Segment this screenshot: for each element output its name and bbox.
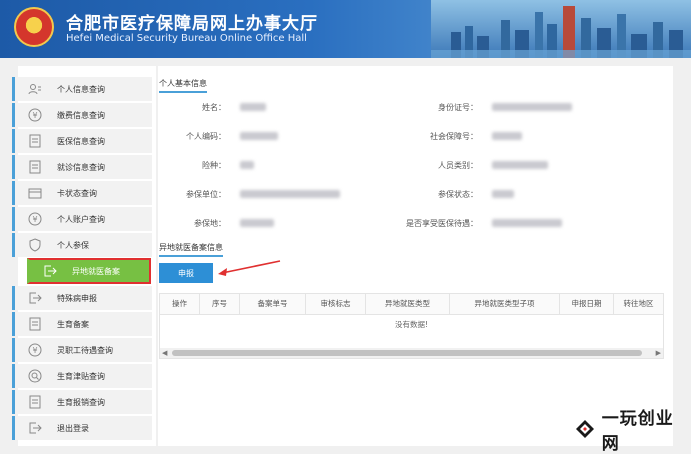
- site-subtitle: Hefei Medical Security Bureau Online Off…: [66, 33, 307, 44]
- redacted-value: [492, 161, 548, 169]
- sidebar-item-label: 个人参保: [57, 240, 89, 250]
- sidebar-item-special-disease[interactable]: 特殊病申报: [12, 286, 152, 310]
- red-arrow-annotation: [218, 260, 281, 276]
- svg-text:¥: ¥: [32, 346, 37, 355]
- redacted-value: [240, 190, 340, 198]
- sidebar-item-card-status[interactable]: 卡状态查询: [12, 181, 152, 205]
- filing-records-table: 操作 序号 备案单号 审核标志 异地就医类型 异地就医类型子项 申报日期 转往地…: [159, 293, 664, 359]
- empty-table-message: 没有数据!: [394, 320, 428, 329]
- main-panel: [158, 66, 673, 446]
- redacted-value: [492, 132, 522, 140]
- sidebar-item-label: 异地就医备案: [72, 266, 120, 276]
- yuan-coin-icon: ¥: [27, 107, 43, 123]
- sidebar-item-logout[interactable]: 退出登录: [12, 416, 152, 440]
- city-skyline-image: [431, 0, 691, 58]
- card-icon: [27, 185, 43, 201]
- field-label-insurance-status: 参保状态：: [438, 190, 478, 199]
- field-label-person-category: 人员类别：: [438, 161, 478, 170]
- table-column-header: 转往地区: [623, 299, 654, 308]
- field-label-insurance-type: 险种：: [202, 161, 226, 170]
- redacted-value: [240, 161, 254, 169]
- sidebar-item-label: 就诊信息查询: [57, 162, 105, 172]
- horizontal-scrollbar[interactable]: ◀ ▶: [160, 348, 663, 358]
- svg-text:¥: ¥: [32, 111, 37, 120]
- scrollbar-thumb[interactable]: [172, 350, 642, 356]
- watermark-text: 一玩创业网: [601, 409, 674, 454]
- sidebar-item-visit-info[interactable]: 就诊信息查询: [12, 155, 152, 179]
- site-title: 合肥市医疗保障局网上办事大厅: [66, 14, 318, 34]
- search-icon: [27, 368, 43, 384]
- sidebar-item-label: 医保信息查询: [57, 136, 105, 146]
- table-column-header: 审核标志: [306, 294, 366, 314]
- table-column-header: 异地就医类型子项: [450, 294, 560, 314]
- sidebar-item-label: 生育备案: [57, 319, 89, 329]
- sidebar-item-maternity-allowance[interactable]: 生育津贴查询: [12, 364, 152, 388]
- field-label-id-number: 身份证号：: [438, 103, 478, 112]
- user-card-icon: [27, 81, 43, 97]
- site-watermark: 一玩创业网: [572, 409, 691, 454]
- field-label-name: 姓名：: [202, 103, 226, 112]
- field-label-benefits-eligible: 是否享受医保待遇：: [406, 219, 478, 228]
- exit-arrow-icon: [27, 290, 43, 306]
- field-label-employer: 参保单位：: [186, 190, 226, 199]
- field-label-insured-location: 参保地：: [194, 219, 226, 228]
- table-column-header: 备案单号: [240, 294, 306, 314]
- sidebar-item-insurance-info[interactable]: 医保信息查询: [12, 129, 152, 153]
- header-banner: ★ 合肥市医疗保障局网上办事大厅 Hefei Medical Security …: [0, 0, 691, 58]
- redacted-value: [240, 219, 274, 227]
- sidebar-item-label: 灵职工待遇查询: [57, 345, 113, 355]
- field-label-social-security-number: 社会保障号：: [430, 132, 478, 141]
- sidebar-item-personal-info[interactable]: 个人信息查询: [12, 77, 152, 101]
- table-column-header: 序号: [200, 294, 240, 314]
- redacted-value: [492, 219, 562, 227]
- redacted-value: [240, 132, 278, 140]
- section-title-basic-info: 个人基本信息: [159, 78, 207, 93]
- sidebar-item-worker-benefits[interactable]: ¥ 灵职工待遇查询: [12, 338, 152, 362]
- table-column-header: 申报日期: [560, 294, 614, 314]
- sidebar-item-label: 生育津贴查询: [57, 371, 105, 381]
- sidebar-item-label: 特殊病申报: [57, 293, 97, 303]
- document-icon: [27, 133, 43, 149]
- sidebar-item-label: 生育报销查询: [57, 397, 105, 407]
- field-label-personal-code: 个人编码：: [186, 132, 226, 141]
- table-column-header: 异地就医类型: [366, 294, 450, 314]
- sidebar-item-personal-account[interactable]: ¥ 个人账户查询: [12, 207, 152, 231]
- sidebar-item-label: 退出登录: [57, 423, 89, 433]
- apply-button[interactable]: 申报: [159, 263, 213, 283]
- watermark-logo-icon: [572, 416, 598, 442]
- svg-text:¥: ¥: [32, 215, 37, 224]
- sidebar-item-personal-insurance[interactable]: 个人参保: [12, 233, 152, 257]
- scroll-right-icon[interactable]: ▶: [656, 348, 661, 358]
- document-icon: [27, 159, 43, 175]
- sidebar-item-label: 个人账户查询: [57, 214, 105, 224]
- redacted-value: [492, 190, 514, 198]
- national-emblem-icon: ★: [14, 7, 54, 47]
- sidebar-item-label: 缴费信息查询: [57, 110, 105, 120]
- redacted-value: [240, 103, 266, 111]
- scroll-left-icon[interactable]: ◀: [162, 348, 167, 358]
- table-column-header: 操作: [160, 294, 200, 314]
- yuan-coin-icon: ¥: [27, 211, 43, 227]
- sidebar-item-maternity-filing[interactable]: 生育备案: [12, 312, 152, 336]
- sidebar-item-payment-info[interactable]: ¥ 缴费信息查询: [12, 103, 152, 127]
- sidebar-item-label: 个人信息查询: [57, 84, 105, 94]
- document-icon: [27, 394, 43, 410]
- sidebar-item-label: 卡状态查询: [57, 188, 97, 198]
- redacted-value: [492, 103, 572, 111]
- exit-arrow-icon: [42, 263, 58, 279]
- section-title-remote-filing: 异地就医备案信息: [159, 242, 223, 257]
- yuan-coin-icon: ¥: [27, 342, 43, 358]
- table-header-row: 操作 序号 备案单号 审核标志 异地就医类型 异地就医类型子项 申报日期 转往地…: [160, 294, 663, 315]
- document-icon: [27, 316, 43, 332]
- sidebar-item-maternity-reimbursement[interactable]: 生育报销查询: [12, 390, 152, 414]
- logout-icon: [27, 420, 43, 436]
- shield-icon: [27, 237, 43, 253]
- sidebar-item-remote-medical-filing[interactable]: 异地就医备案: [27, 258, 151, 284]
